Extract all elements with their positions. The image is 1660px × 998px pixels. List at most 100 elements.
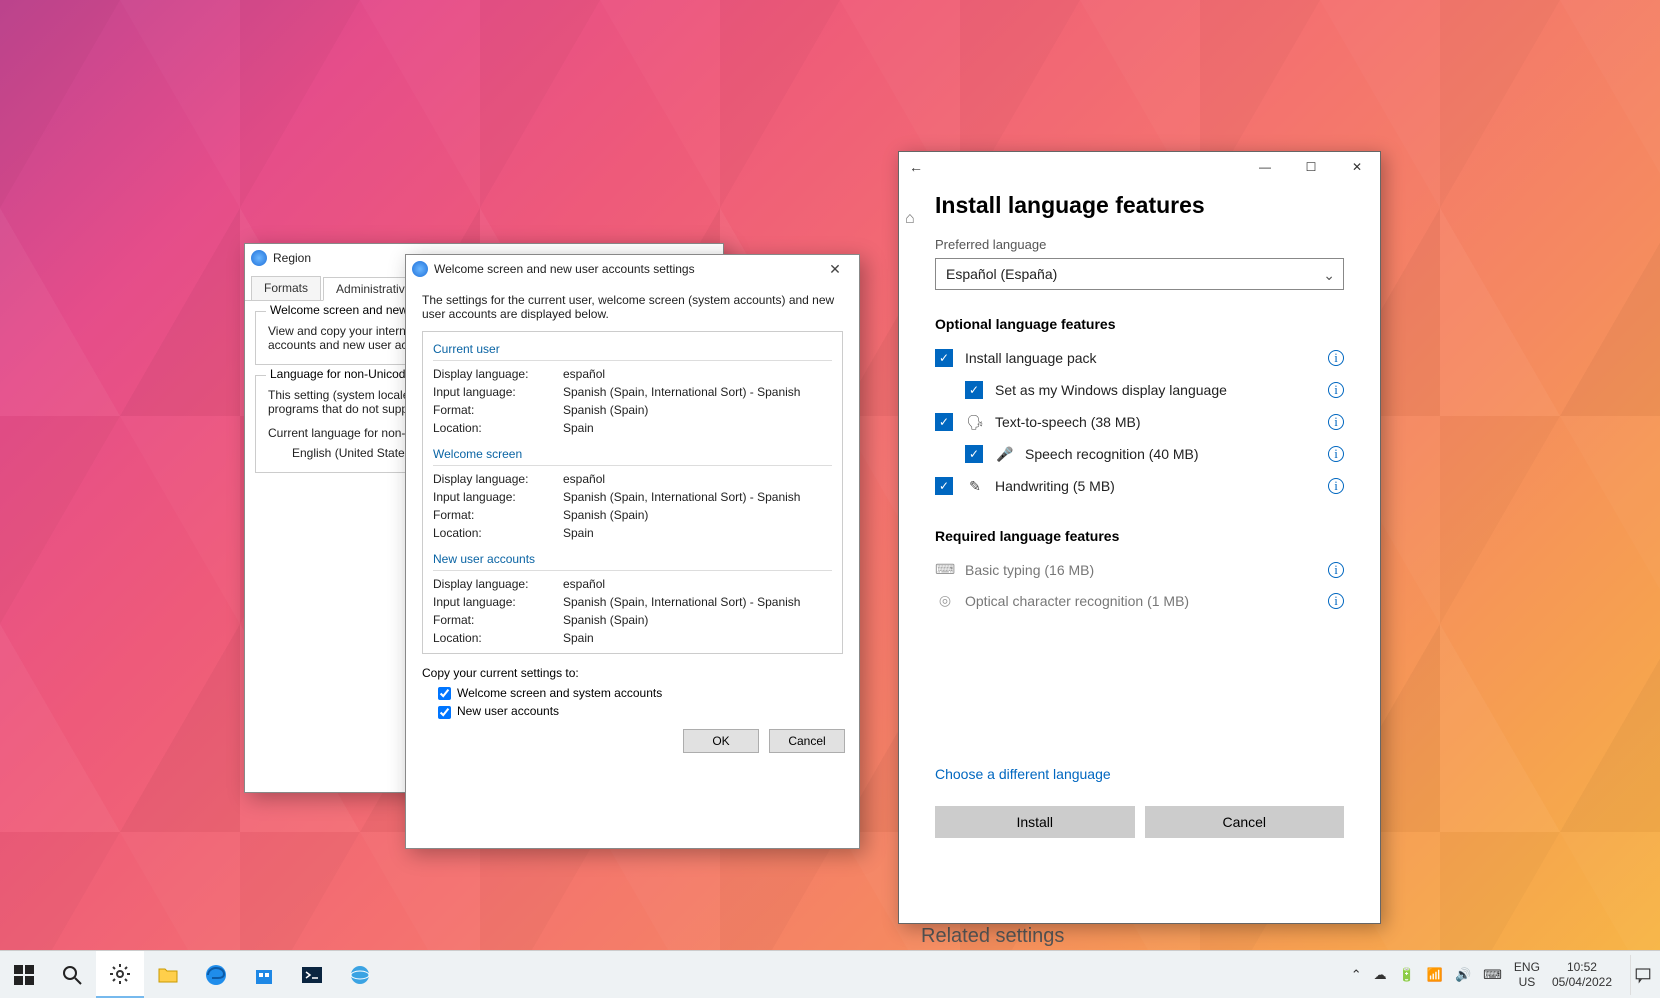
globe-icon bbox=[348, 963, 372, 987]
checkbox-tts[interactable]: ✓ bbox=[935, 413, 953, 431]
terminal-button[interactable] bbox=[288, 951, 336, 998]
val-input3: Spanish (Spain, International Sort) - Sp… bbox=[563, 595, 832, 609]
pen-icon: ✎ bbox=[965, 478, 985, 495]
volume-icon[interactable]: 🔊 bbox=[1455, 967, 1471, 983]
lbl-format2: Format: bbox=[433, 508, 563, 522]
optional-title: Optional language features bbox=[935, 316, 1344, 332]
cb-new-user-input[interactable] bbox=[438, 706, 451, 719]
val-location: Spain bbox=[563, 421, 832, 435]
action-center-button[interactable] bbox=[1630, 955, 1654, 995]
tray-chevron-icon[interactable]: ⌃ bbox=[1351, 967, 1362, 983]
ocr-icon: ◎ bbox=[935, 592, 955, 609]
feat-ocr: ◎ Optical character recognition (1 MB) i bbox=[935, 585, 1344, 616]
accounts-box: Current user Display language:español In… bbox=[422, 331, 843, 654]
feat-handwriting-label: Handwriting (5 MB) bbox=[995, 478, 1115, 494]
lbl-location2: Location: bbox=[433, 526, 563, 540]
feat-install-pack[interactable]: ✓ Install language pack i bbox=[935, 342, 1344, 374]
language-indicator[interactable]: ENG US bbox=[1514, 960, 1540, 989]
feat-display-label: Set as my Windows display language bbox=[995, 382, 1227, 398]
checkbox-handwriting[interactable]: ✓ bbox=[935, 477, 953, 495]
feat-speech[interactable]: ✓ 🎤 Speech recognition (40 MB) i bbox=[935, 438, 1344, 470]
welcome-icon bbox=[412, 261, 428, 277]
val-location2: Spain bbox=[563, 526, 832, 540]
lang-primary: ENG bbox=[1514, 960, 1540, 974]
lbl-input: Input language: bbox=[433, 385, 563, 399]
feat-tts[interactable]: ✓ 🗣 Text-to-speech (38 MB) i bbox=[935, 406, 1344, 438]
onedrive-icon[interactable]: ☁ bbox=[1374, 967, 1387, 983]
close-icon[interactable]: ✕ bbox=[817, 261, 853, 278]
settings-titlebar[interactable]: ← — ☐ ✕ bbox=[899, 152, 1380, 182]
battery-icon[interactable]: 🔋 bbox=[1399, 967, 1415, 983]
choose-different-link[interactable]: Choose a different language bbox=[935, 766, 1344, 782]
windows-icon bbox=[12, 963, 36, 987]
info-icon[interactable]: i bbox=[1328, 382, 1344, 398]
cb-welcome-screen-label: Welcome screen and system accounts bbox=[457, 686, 662, 700]
home-icon[interactable]: ⌂ bbox=[905, 210, 929, 234]
minimize-button[interactable]: — bbox=[1242, 152, 1288, 182]
keyboard-tray-icon[interactable]: ⌨ bbox=[1483, 967, 1502, 983]
checkbox-speech[interactable]: ✓ bbox=[965, 445, 983, 463]
info-icon[interactable]: i bbox=[1328, 350, 1344, 366]
cb-welcome-screen[interactable]: Welcome screen and system accounts bbox=[438, 686, 662, 700]
val-input2: Spanish (Spain, International Sort) - Sp… bbox=[563, 490, 832, 504]
install-button[interactable]: Install bbox=[935, 806, 1135, 838]
page-title: Install language features bbox=[935, 192, 1344, 219]
window-buttons: — ☐ ✕ bbox=[1242, 152, 1380, 182]
feat-display-lang[interactable]: ✓ Set as my Windows display language i bbox=[935, 374, 1344, 406]
maximize-button[interactable]: ☐ bbox=[1288, 152, 1334, 182]
hdr-current-user: Current user bbox=[433, 338, 832, 361]
tab-formats[interactable]: Formats bbox=[251, 276, 321, 300]
edge-icon bbox=[204, 963, 228, 987]
preferred-language-dropdown[interactable]: Español (España) ⌄ bbox=[935, 258, 1344, 290]
settings-window: ← — ☐ ✕ Install language features Prefer… bbox=[898, 151, 1381, 924]
required-title: Required language features bbox=[935, 528, 1344, 544]
explorer-button[interactable] bbox=[144, 951, 192, 998]
edge-button[interactable] bbox=[192, 951, 240, 998]
info-icon[interactable]: i bbox=[1328, 414, 1344, 430]
val-location3: Spain bbox=[563, 631, 832, 645]
gear-icon bbox=[108, 962, 132, 986]
lbl-location: Location: bbox=[433, 421, 563, 435]
hdr-new-user: New user accounts bbox=[433, 548, 832, 571]
back-icon[interactable]: ← bbox=[909, 159, 933, 175]
feat-typing-label: Basic typing (16 MB) bbox=[965, 562, 1094, 578]
checkbox-display[interactable]: ✓ bbox=[965, 381, 983, 399]
info-icon[interactable]: i bbox=[1328, 478, 1344, 494]
settings-taskbar-button[interactable] bbox=[96, 951, 144, 998]
clock[interactable]: 10:52 05/04/2022 bbox=[1552, 960, 1612, 989]
speaker-icon: 🗣 bbox=[965, 414, 985, 431]
preferred-value: Español (España) bbox=[946, 266, 1057, 282]
region-icon bbox=[251, 250, 267, 266]
clock-date: 05/04/2022 bbox=[1552, 975, 1612, 989]
lbl-format: Format: bbox=[433, 403, 563, 417]
val-display: español bbox=[563, 367, 832, 381]
checkbox-pack[interactable]: ✓ bbox=[935, 349, 953, 367]
ok-button[interactable]: OK bbox=[683, 729, 759, 753]
terminal-icon bbox=[300, 963, 324, 987]
welcome-titlebar[interactable]: Welcome screen and new user accounts set… bbox=[406, 255, 859, 283]
lbl-display2: Display language: bbox=[433, 472, 563, 486]
system-tray: ⌃ ☁ 🔋 📶 🔊 ⌨ ENG US 10:52 05/04/2022 bbox=[1345, 951, 1660, 998]
ie-button[interactable] bbox=[336, 951, 384, 998]
info-icon[interactable]: i bbox=[1328, 446, 1344, 462]
feat-pack-label: Install language pack bbox=[965, 350, 1097, 366]
close-button[interactable]: ✕ bbox=[1334, 152, 1380, 182]
wifi-icon[interactable]: 📶 bbox=[1427, 967, 1443, 983]
val-format2: Spanish (Spain) bbox=[563, 508, 832, 522]
feat-handwriting[interactable]: ✓ ✎ Handwriting (5 MB) i bbox=[935, 470, 1344, 502]
search-icon bbox=[60, 963, 84, 987]
welcome-footer: OK Cancel bbox=[406, 719, 859, 767]
settings-cancel-button[interactable]: Cancel bbox=[1145, 806, 1345, 838]
start-button[interactable] bbox=[0, 951, 48, 998]
store-button[interactable] bbox=[240, 951, 288, 998]
val-display3: español bbox=[563, 577, 832, 591]
cb-new-user[interactable]: New user accounts bbox=[438, 704, 559, 718]
lbl-display: Display language: bbox=[433, 367, 563, 381]
cancel-button[interactable]: Cancel bbox=[769, 729, 845, 753]
info-icon[interactable]: i bbox=[1328, 562, 1344, 578]
search-button[interactable] bbox=[48, 951, 96, 998]
store-icon bbox=[252, 963, 276, 987]
cb-welcome-screen-input[interactable] bbox=[438, 687, 451, 700]
info-icon[interactable]: i bbox=[1328, 593, 1344, 609]
folder-icon bbox=[156, 963, 180, 987]
